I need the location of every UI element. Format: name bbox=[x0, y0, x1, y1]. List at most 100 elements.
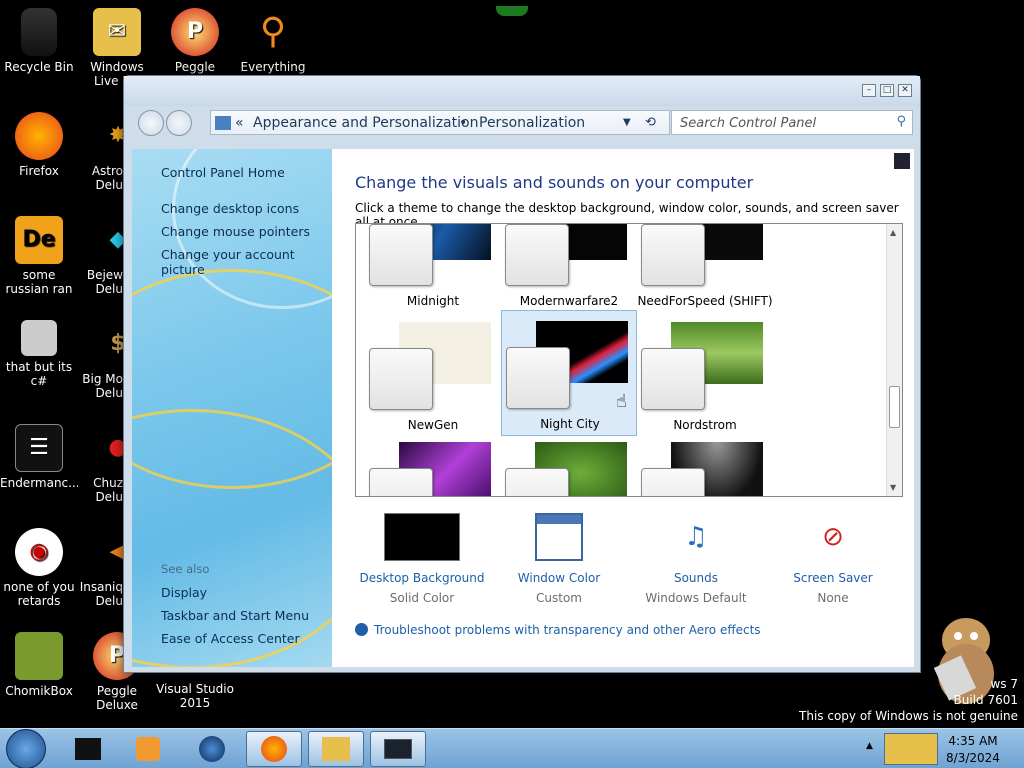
desktop-icon-none-of-you[interactable]: ◉ none of you retards kno... bbox=[0, 528, 78, 608]
setting-name: Window Color bbox=[517, 571, 601, 585]
breadcrumb-overflow[interactable]: « bbox=[235, 115, 244, 131]
theme-night-city[interactable]: Night City ☝ bbox=[501, 310, 637, 436]
green-indicator bbox=[496, 6, 528, 16]
desktop-icon-label: some russian ran a rat bbox=[5, 268, 73, 296]
search-icon[interactable]: ⚲ bbox=[896, 114, 906, 129]
scroll-up-arrow-icon[interactable]: ▲ bbox=[890, 228, 896, 237]
chevron-down-icon[interactable]: ▼ bbox=[623, 117, 631, 128]
mouse-cursor-icon: ☝ bbox=[616, 391, 627, 412]
theme-color-swatch bbox=[505, 224, 569, 286]
scroll-down-arrow-icon[interactable]: ▼ bbox=[890, 483, 896, 492]
scrollbar-thumb[interactable] bbox=[889, 386, 900, 428]
desktop-icon-chomikbox[interactable]: ChomikBox bbox=[0, 632, 78, 698]
setting-name: Sounds bbox=[673, 571, 719, 585]
media-player-icon bbox=[136, 737, 160, 761]
change-mouse-pointers-link[interactable]: Change mouse pointers bbox=[161, 224, 310, 239]
main-content: Change the visuals and sounds on your co… bbox=[332, 149, 914, 667]
desktop-icon-firefox[interactable]: Firefox bbox=[0, 112, 78, 178]
desktop-icon-insaniquarium[interactable]: ◀ Insaniq Delu bbox=[78, 528, 123, 609]
window-color-setting[interactable]: Window Color Custom bbox=[491, 513, 627, 605]
watermark-line2: Build 7601 bbox=[953, 693, 1018, 707]
help-icon[interactable] bbox=[894, 153, 910, 169]
theme-midnight[interactable]: Midnight bbox=[365, 224, 501, 314]
desktop-icon-visual-studio[interactable]: Visual Studio 2015 bbox=[156, 682, 234, 712]
firefox-icon bbox=[15, 112, 63, 160]
refresh-icon[interactable]: ⟲ bbox=[645, 115, 656, 130]
window-color-icon bbox=[535, 513, 583, 561]
theme-modernwarfare2[interactable]: Modernwarfare2 bbox=[501, 224, 637, 314]
desktop-icon-label: Everything bbox=[240, 60, 306, 74]
ease-of-access-link[interactable]: Ease of Access Center bbox=[161, 631, 300, 646]
maximize-button[interactable]: □ bbox=[880, 84, 894, 97]
desktop-icon-bejeweled[interactable]: ◆ Bejew Delu bbox=[78, 216, 123, 297]
control-panel-home-link[interactable]: Control Panel Home bbox=[161, 165, 285, 180]
watermark-line3: This copy of Windows is not genuine bbox=[799, 709, 1018, 723]
desktop-icon-label: ChomikBox bbox=[5, 684, 73, 698]
sounds-setting[interactable]: ♫ Sounds Windows Default bbox=[628, 513, 764, 605]
desktop-icon-label: Bejew Delu bbox=[86, 268, 123, 296]
desktop-icon-big-money[interactable]: $ Big Mo Delu bbox=[78, 320, 123, 401]
desktop-icon-chuzzle[interactable]: ● Chuz Delu bbox=[78, 424, 123, 505]
desktop-background-icon bbox=[384, 513, 460, 561]
start-button[interactable] bbox=[6, 729, 46, 768]
setting-value: Solid Color bbox=[389, 591, 455, 605]
back-button[interactable] bbox=[138, 110, 164, 136]
screen-saver-setting[interactable]: ⊘ Screen Saver None bbox=[765, 513, 901, 605]
theme-color-swatch bbox=[369, 224, 433, 286]
taskbar-app-globe[interactable] bbox=[184, 731, 240, 767]
desktop-background-setting[interactable]: Desktop Background Solid Color bbox=[354, 513, 490, 605]
theme-color-swatch bbox=[506, 347, 570, 409]
taskbar-start-menu-link[interactable]: Taskbar and Start Menu bbox=[161, 608, 309, 623]
theme-newgen[interactable]: NewGen bbox=[365, 312, 501, 438]
troubleshoot-icon bbox=[355, 623, 368, 636]
magnifier-icon: ⚲ bbox=[259, 11, 287, 52]
desktop-icon-label: Insaniq Delu bbox=[79, 580, 123, 608]
change-desktop-icons-link[interactable]: Change desktop icons bbox=[161, 201, 299, 216]
theme-needforspeed[interactable]: NeedForSpeed (SHIFT) bbox=[637, 224, 773, 314]
forward-button[interactable] bbox=[166, 110, 192, 136]
change-account-picture-link[interactable]: Change your account picture bbox=[161, 247, 332, 277]
theme-list-scrollbar[interactable]: ▲ ▼ bbox=[886, 224, 902, 496]
taskbar-app-firefox[interactable] bbox=[246, 731, 302, 767]
desktop-icon-everything[interactable]: ⚲ Everything bbox=[234, 8, 312, 75]
display-link[interactable]: Display bbox=[161, 585, 207, 600]
taskbar-app-media-player[interactable] bbox=[120, 731, 176, 767]
system-clock[interactable]: 4:35 AM 8/3/2024 bbox=[940, 733, 1006, 767]
genuine-watermark: ws 7 Build 7601 This copy of Windows is … bbox=[799, 676, 1018, 724]
theme-name: NewGen bbox=[407, 418, 459, 432]
theme-nordstrom[interactable]: Nordstrom bbox=[637, 312, 773, 438]
terminal-icon bbox=[75, 738, 101, 760]
minimize-button[interactable]: – bbox=[862, 84, 876, 97]
navigation-bar: « Appearance and Personalization • Perso… bbox=[130, 106, 914, 142]
taskbar-app-screenshot[interactable] bbox=[370, 731, 426, 767]
breadcrumb-bullet: • bbox=[459, 115, 468, 131]
theme-purple[interactable] bbox=[365, 432, 501, 496]
close-button[interactable]: ✕ bbox=[898, 84, 912, 97]
desktop-icon-label: Big Mo Delu bbox=[82, 372, 123, 400]
search-input[interactable]: Search Control Panel ⚲ bbox=[671, 110, 913, 135]
desktop: Recycle Bin Firefox De some russian ran … bbox=[0, 0, 1024, 768]
breadcrumb-appearance[interactable]: Appearance and Personalization bbox=[253, 115, 478, 131]
money-bag-icon: $ bbox=[110, 331, 123, 356]
diamond-icon: ◆ bbox=[109, 227, 123, 252]
fish-icon: ◀ bbox=[109, 539, 123, 564]
desktop-icon-endermanch[interactable]: ☰ Endermanc... bbox=[0, 424, 78, 490]
setting-name: Desktop Background bbox=[359, 571, 485, 585]
desktop-icon-label: Endermanc... bbox=[0, 476, 78, 490]
clock-time: 4:35 AM bbox=[948, 734, 998, 748]
taskbar-app-terminal[interactable] bbox=[60, 731, 116, 767]
desktop-icon-russian-rat[interactable]: De some russian ran a rat bbox=[0, 216, 78, 296]
breadcrumb-personalization[interactable]: Personalization bbox=[479, 115, 585, 131]
sounds-music-note-icon: ♫ bbox=[684, 522, 708, 552]
theme-leaf[interactable] bbox=[501, 432, 637, 496]
address-bar[interactable]: « Appearance and Personalization • Perso… bbox=[210, 110, 670, 135]
desktop-icon-that-but-csharp[interactable]: that but its c# bbox=[0, 320, 78, 388]
theme-spotlight[interactable] bbox=[637, 432, 773, 496]
taskbar-app-control-panel[interactable] bbox=[308, 731, 364, 767]
title-bar[interactable]: – □ ✕ bbox=[124, 76, 920, 106]
tray-expand-icon[interactable]: ▲ bbox=[866, 741, 873, 751]
troubleshoot-link[interactable]: Troubleshoot problems with transparency … bbox=[355, 623, 761, 637]
desktop-icon-recycle-bin[interactable]: Recycle Bin bbox=[0, 8, 78, 74]
desktop-icon-astro-deluxe[interactable]: ✸ Astro Delu bbox=[78, 112, 123, 193]
tray-app-icon[interactable] bbox=[884, 733, 938, 765]
